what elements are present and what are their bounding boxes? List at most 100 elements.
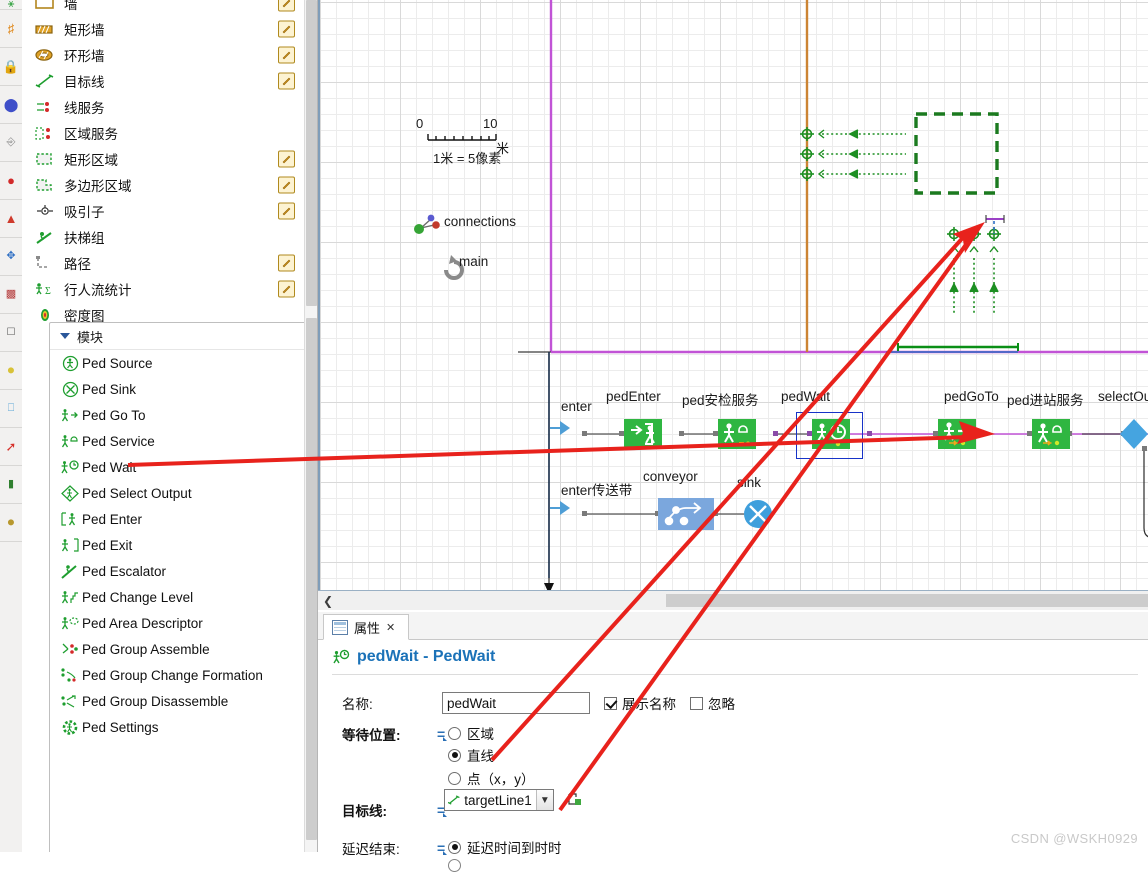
palette-item-attractor[interactable]: 吸引子 xyxy=(22,198,317,224)
model-canvas[interactable]: 0 10 米 1米 = 5像素 connections main enter p… xyxy=(318,0,1148,612)
scale-tick-end: 10 xyxy=(483,116,498,131)
edit-button[interactable] xyxy=(278,72,295,90)
ped-glyph-icon: ⚹ xyxy=(7,0,15,10)
module-item-ped-group-disassemble[interactable]: Ped Group Disassemble xyxy=(50,688,317,714)
palette-item-label: 矩形墙 xyxy=(64,23,105,38)
edit-button[interactable] xyxy=(278,20,295,38)
toolbar-icon-control[interactable]: ☐ xyxy=(0,314,22,352)
ped-service-icon xyxy=(58,433,82,450)
module-item-ped-wait[interactable]: Ped Wait xyxy=(50,454,317,480)
module-item-ped-select-output[interactable]: Ped Select Output xyxy=(50,480,317,506)
palette-item-polygon-area[interactable]: 多边形区域 xyxy=(22,172,317,198)
edit-button[interactable] xyxy=(278,176,295,194)
edit-button[interactable] xyxy=(278,280,295,298)
block-label-selectOutput: selectOutp xyxy=(1098,389,1148,404)
dynamic-expression-icon[interactable]: = xyxy=(437,726,448,742)
scroll-left-icon[interactable]: ❮ xyxy=(323,594,333,608)
palette-item-ring-wall[interactable]: 环形墙 xyxy=(22,42,317,68)
module-item-ped-source[interactable]: Ped Source xyxy=(50,350,317,376)
chevron-down-icon[interactable]: ▼ xyxy=(535,790,553,810)
toolbar-icon-network[interactable]: ✥ xyxy=(0,238,22,276)
tab-properties[interactable]: 属性 ✕ xyxy=(323,614,409,640)
module-item-ped-service[interactable]: Ped Service xyxy=(50,428,317,454)
properties-tabbar: 属性 ✕ xyxy=(318,612,1148,640)
edit-button[interactable] xyxy=(278,0,295,12)
radio-delay-end-time[interactable]: 延迟时间到时时 xyxy=(448,837,562,857)
toolbar-icon-arrow[interactable]: ➚ xyxy=(0,428,22,466)
palette-sidebar[interactable]: 墙 矩形墙 环形墙 目标线 线服务 区域服务 矩形区域 多边形区域 吸引子 扶梯… xyxy=(22,0,318,852)
radio-wait-pos-point[interactable]: 点（x，y） xyxy=(448,768,535,788)
rail-icon: ⎕ xyxy=(7,402,15,414)
palette-item-ped-flow-stats[interactable]: Σ 行人流统计 xyxy=(22,276,317,302)
module-item-ped-sink[interactable]: Ped Sink xyxy=(50,376,317,402)
toolbar-icon-battery[interactable]: ▮ xyxy=(0,466,22,504)
palette-item-target-line[interactable]: 目标线 xyxy=(22,68,317,94)
ignore-label: 忽略 xyxy=(708,697,735,712)
module-item-ped-escalator[interactable]: Ped Escalator xyxy=(50,558,317,584)
module-item-ped-goto[interactable]: Ped Go To xyxy=(50,402,317,428)
palette-item-area-service[interactable]: 区域服务 xyxy=(22,120,317,146)
ped-group-assemble-icon xyxy=(58,641,82,658)
palette-item-label: 吸引子 xyxy=(64,205,105,220)
canvas-hscrollbar[interactable]: ❮ xyxy=(318,590,1148,610)
palette-item-path[interactable]: 路径 xyxy=(22,250,317,276)
canvas-block-ped-security-service[interactable] xyxy=(718,419,756,449)
wait-position-label: 等待位置: xyxy=(342,728,401,743)
radio-delay-end-second[interactable] xyxy=(448,859,461,872)
toolbar-icon-grid[interactable]: ♯ xyxy=(0,10,22,48)
toolbar-icon-ped[interactable]: ⚹ xyxy=(0,0,22,10)
dynamic-expression-icon[interactable]: = xyxy=(437,840,448,856)
module-item-ped-group-change-formation[interactable]: Ped Group Change Formation xyxy=(50,662,317,688)
palette-item-label: 矩形区域 xyxy=(64,153,118,168)
toolbar-icon-blob[interactable]: ⬤ xyxy=(0,86,22,124)
toolbar-icon-fluid[interactable]: ⚫ xyxy=(0,352,22,390)
module-item-ped-settings[interactable]: Ped Settings xyxy=(50,714,317,740)
palette-item-rect-wall[interactable]: 矩形墙 xyxy=(22,16,317,42)
edit-button[interactable] xyxy=(278,254,295,272)
block-label-enter: enter xyxy=(561,399,592,414)
navigate-to-element-icon[interactable] xyxy=(567,792,583,808)
palette-item-escalator-group[interactable]: 扶梯组 xyxy=(22,224,317,250)
left-icon-toolbar[interactable]: ⚹ ♯ 🔒 ⬤ ⎆ ● ▲ ✥ ▩ ☐ ⚫ ⎕ ➚ ▮ ⚫ xyxy=(0,0,23,852)
delay-end-label: 延迟结束: xyxy=(342,842,400,857)
module-item-ped-group-assemble[interactable]: Ped Group Assemble xyxy=(50,636,317,662)
close-icon[interactable]: ✕ xyxy=(386,621,395,634)
palette-item-label: 多边形区域 xyxy=(64,179,132,194)
module-group-header[interactable]: 模块 xyxy=(50,323,317,350)
toolbar-icon-marker[interactable]: ● xyxy=(0,162,22,200)
module-item-ped-exit[interactable]: Ped Exit xyxy=(50,532,317,558)
module-item-ped-area-descriptor[interactable]: Ped Area Descriptor xyxy=(50,610,317,636)
canvas-block-ped-station-service[interactable] xyxy=(1032,419,1070,449)
radio-wait-pos-area[interactable]: 区域 xyxy=(448,723,494,743)
edit-button[interactable] xyxy=(278,150,295,168)
canvas-block-pedGoTo[interactable] xyxy=(938,419,976,449)
module-item-label: Ped Settings xyxy=(82,719,159,735)
palette-item-rect-area[interactable]: 矩形区域 xyxy=(22,146,317,172)
toolbar-icon-lock[interactable]: 🔒 xyxy=(0,48,22,86)
target-line-combo[interactable]: targetLine1 ▼ xyxy=(444,789,554,811)
edit-button[interactable] xyxy=(278,202,295,220)
palette-scrollbar[interactable] xyxy=(304,0,317,852)
connections-label: connections xyxy=(444,214,517,229)
show-name-checkbox[interactable]: 展示名称 xyxy=(604,693,676,713)
palette-item-wall[interactable]: 墙 xyxy=(22,0,317,16)
radio-wait-pos-line[interactable]: 直线 xyxy=(448,745,494,765)
ped-wait-icon xyxy=(58,459,82,476)
palette-scroll-thumb-bottom[interactable] xyxy=(306,318,317,840)
toolbar-icon-chart[interactable]: ▩ xyxy=(0,276,22,314)
palette-scroll-thumb-top[interactable] xyxy=(306,0,317,306)
name-input[interactable] xyxy=(442,692,590,714)
toolbar-icon-rail[interactable]: ⎕ xyxy=(0,390,22,428)
canvas-block-pedEnter[interactable] xyxy=(624,419,662,449)
edit-button[interactable] xyxy=(278,46,295,64)
module-item-ped-enter[interactable]: Ped Enter xyxy=(50,506,317,532)
ignore-checkbox[interactable]: 忽略 xyxy=(690,693,735,713)
canvas-block-pedWait[interactable] xyxy=(812,419,850,449)
module-item-ped-change-level[interactable]: Ped Change Level xyxy=(50,584,317,610)
toolbar-icon-gold[interactable]: ⚫ xyxy=(0,504,22,542)
toolbar-icon-process[interactable]: ⎆ xyxy=(0,124,22,162)
canvas-hscroll-thumb[interactable] xyxy=(666,594,1148,607)
module-item-label: Ped Source xyxy=(82,355,153,371)
palette-item-line-service[interactable]: 线服务 xyxy=(22,94,317,120)
toolbar-icon-agent[interactable]: ▲ xyxy=(0,200,22,238)
